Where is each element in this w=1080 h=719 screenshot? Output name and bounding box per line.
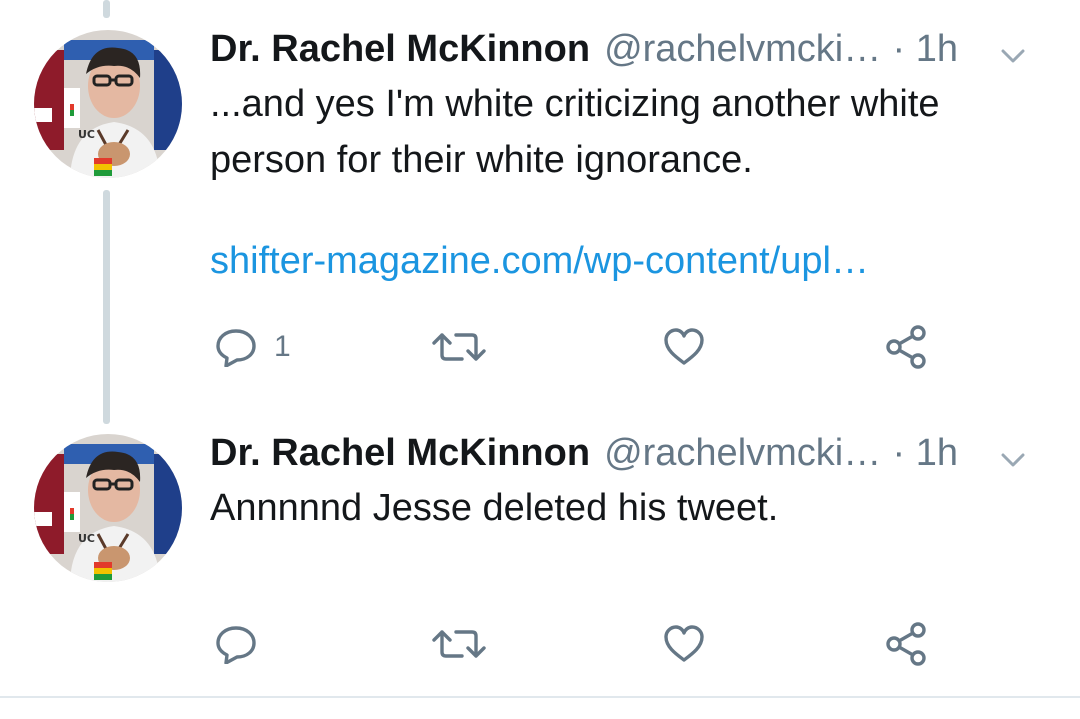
avatar[interactable]: UC — [34, 434, 182, 582]
timestamp[interactable]: · 1h — [893, 432, 958, 475]
retweet-icon — [430, 624, 488, 664]
chevron-down-icon[interactable] — [998, 440, 1028, 467]
chevron-down-icon[interactable] — [998, 36, 1028, 63]
author-handle[interactable]: @rachelvmcki… — [604, 28, 881, 71]
timeline: UC Dr. Rachel McKinnon @rachelvmcki… · 1… — [0, 0, 1080, 719]
share-button[interactable] — [884, 324, 928, 370]
reply-icon — [214, 327, 258, 367]
reply-button[interactable] — [214, 621, 274, 667]
reply-count: 1 — [274, 330, 291, 363]
avatar[interactable]: UC — [34, 30, 182, 178]
tweet-header: Dr. Rachel McKinnon @rachelvmcki… · 1h — [210, 24, 1050, 74]
author-name[interactable]: Dr. Rachel McKinnon — [210, 28, 590, 71]
retweet-button[interactable] — [430, 324, 488, 370]
tweet-text: Annnnnd Jesse deleted his tweet. — [210, 487, 779, 529]
share-button[interactable] — [884, 621, 928, 667]
tweet[interactable]: UC Dr. Rachel McKinnon @rachelvmcki… · 1… — [0, 0, 1080, 420]
author-handle[interactable]: @rachelvmcki… — [604, 432, 881, 475]
share-icon — [884, 622, 928, 666]
tweet[interactable]: UC Dr. Rachel McKinnon @rachelvmcki… · 1… — [0, 420, 1080, 696]
tweet-actions: 1 — [0, 316, 1080, 376]
reply-button[interactable]: 1 — [214, 324, 291, 370]
author-name[interactable]: Dr. Rachel McKinnon — [210, 432, 590, 475]
tweet-actions — [0, 613, 1080, 673]
svg-text:UC: UC — [78, 128, 95, 141]
heart-icon — [662, 624, 706, 664]
retweet-button[interactable] — [430, 621, 488, 667]
retweet-icon — [430, 327, 488, 367]
like-button[interactable] — [662, 324, 706, 370]
reply-icon — [214, 624, 258, 664]
tweet-divider — [0, 696, 1080, 698]
like-button[interactable] — [662, 621, 706, 667]
tweet-header: Dr. Rachel McKinnon @rachelvmcki… · 1h — [210, 428, 1050, 478]
tweet-link[interactable]: shifter-magazine.com/wp-content/upl… — [210, 240, 869, 283]
timestamp[interactable]: · 1h — [893, 28, 958, 71]
svg-text:UC: UC — [78, 532, 95, 545]
share-icon — [884, 325, 928, 369]
tweet-text: ...and yes I'm white criticizing another… — [210, 83, 940, 181]
heart-icon — [662, 327, 706, 367]
